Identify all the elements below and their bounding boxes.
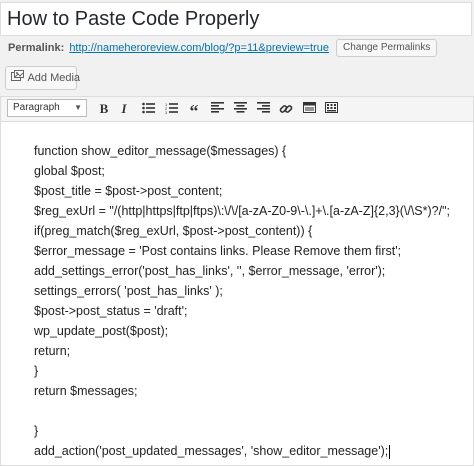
- format-select[interactable]: Paragraph ▼: [7, 99, 87, 117]
- code-line: }: [34, 364, 39, 378]
- permalink-row: Permalink: http://nameheroreview.com/blo…: [8, 38, 438, 58]
- numbered-list-icon[interactable]: 123: [162, 100, 180, 118]
- toolbar-toggle-icon[interactable]: [300, 100, 318, 118]
- text-cursor: [389, 444, 391, 459]
- svg-text:3: 3: [165, 110, 168, 114]
- chevron-down-icon: ▼: [74, 103, 82, 112]
- bulleted-list-icon[interactable]: [139, 100, 157, 118]
- permalink-label: Permalink:: [8, 42, 65, 54]
- editor-content[interactable]: function show_editor_message($messages) …: [34, 141, 464, 461]
- code-line-last: add_action('post_updated_messages', 'sho…: [34, 441, 464, 461]
- add-media-button[interactable]: Add Media: [5, 66, 81, 90]
- post-editor[interactable]: Paragraph ▼ B I 123 “ function show_edit…: [0, 96, 474, 466]
- align-left-icon[interactable]: [208, 100, 226, 118]
- code-line: add_settings_error('post_has_links', '',…: [34, 264, 386, 278]
- change-permalinks-button[interactable]: Change Permalinks: [336, 39, 438, 58]
- blockquote-icon[interactable]: “: [185, 100, 203, 121]
- code-line: if(preg_match($reg_exUrl, $post->post_co…: [34, 224, 313, 238]
- align-right-icon[interactable]: [254, 100, 272, 118]
- code-line: settings_errors( 'post_has_links' );: [34, 284, 223, 298]
- code-line: $post->post_status = 'draft';: [34, 304, 188, 318]
- code-line: global $post;: [34, 164, 105, 178]
- code-line: }: [34, 424, 39, 438]
- kitchen-sink-icon[interactable]: [322, 100, 340, 118]
- code-line: function show_editor_message($messages) …: [34, 144, 287, 158]
- media-icon: [11, 67, 25, 89]
- code-line: wp_update_post($post);: [34, 324, 169, 338]
- format-select-value: Paragraph: [13, 102, 60, 113]
- add-media-label: Add Media: [27, 72, 81, 84]
- code-line: return;: [34, 344, 71, 358]
- link-icon[interactable]: [277, 100, 295, 118]
- align-center-icon[interactable]: [231, 100, 249, 118]
- post-title-input[interactable]: How to Paste Code Properly: [0, 2, 472, 36]
- code-line: return $messages;: [34, 384, 138, 398]
- code-line: $reg_exUrl = "/(http|https|ftp|ftps)\:\/…: [34, 204, 450, 218]
- code-line: $error_message = 'Post contains links. P…: [34, 244, 402, 258]
- code-line: $post_title = $post->post_content;: [34, 184, 223, 198]
- italic-icon[interactable]: I: [115, 100, 133, 118]
- permalink-link[interactable]: http://nameheroreview.com/blog/?p=11&pre…: [69, 42, 329, 54]
- bold-icon[interactable]: B: [95, 100, 113, 118]
- editor-toolbar: Paragraph ▼ B I 123 “: [1, 97, 473, 122]
- code-line: add_action('post_updated_messages', 'sho…: [34, 444, 389, 458]
